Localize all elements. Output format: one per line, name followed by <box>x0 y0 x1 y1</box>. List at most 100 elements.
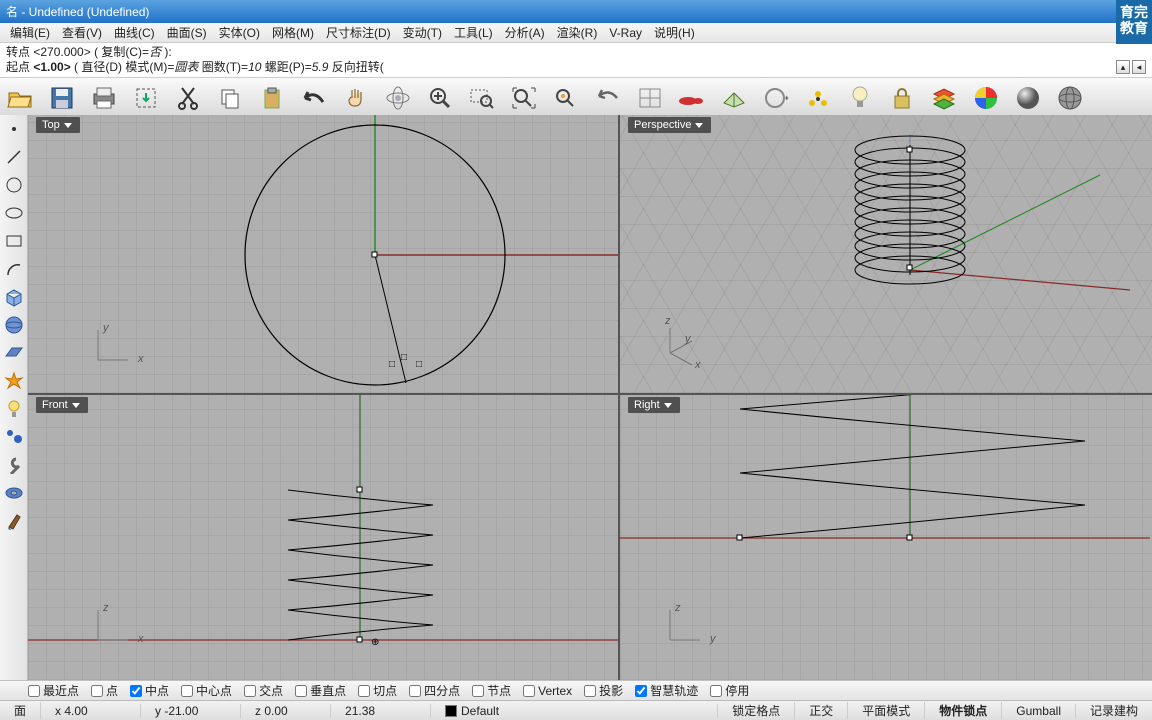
undo-view-icon[interactable] <box>592 82 624 114</box>
osnap-near[interactable]: 最近点 <box>28 682 79 699</box>
command-line[interactable]: 转点 <270.000> ( 复制(C)=否 ): 起点 <1.00> ( 直径… <box>0 43 1152 78</box>
menu-vray[interactable]: V-Ray <box>603 24 648 42</box>
sphere-tool-icon[interactable] <box>2 313 26 337</box>
ellipse-tool-icon[interactable] <box>2 201 26 225</box>
cmd-l1a: 转点 <270.000> <box>6 45 91 59</box>
osnap-perp[interactable]: 垂直点 <box>295 682 346 699</box>
menu-curve[interactable]: 曲线(C) <box>108 22 161 43</box>
menubar: 编辑(E) 查看(V) 曲线(C) 曲面(S) 实体(O) 网格(M) 尺寸标注… <box>0 23 1152 43</box>
paste-icon[interactable] <box>256 82 288 114</box>
viewport-top[interactable]: Top □□ □ y x <box>28 115 618 393</box>
titlebar: 名 - Undefined (Undefined) <box>0 0 1152 23</box>
axis-y: y <box>103 322 109 334</box>
stepper-up-icon[interactable]: ▴ <box>1116 60 1130 74</box>
cut-icon[interactable] <box>172 82 204 114</box>
status-osnap[interactable]: 物件锁点 <box>925 702 1002 719</box>
status-planar[interactable]: 平面模式 <box>848 702 925 719</box>
axis-x: x <box>138 633 144 645</box>
menu-help[interactable]: 说明(H) <box>648 22 701 43</box>
watermark-l1: 育完 <box>1118 4 1150 20</box>
line-tool-icon[interactable] <box>2 145 26 169</box>
stepper-left-icon[interactable]: ◂ <box>1132 60 1146 74</box>
lock-icon[interactable] <box>886 82 918 114</box>
menu-edit[interactable]: 编辑(E) <box>4 22 56 43</box>
status-record[interactable]: 记录建构 <box>1076 702 1152 719</box>
side-toolbar <box>0 115 28 680</box>
point-tool-icon[interactable] <box>2 117 26 141</box>
menu-solid[interactable]: 实体(O) <box>213 22 266 43</box>
zoom-selected-icon[interactable] <box>550 82 582 114</box>
sphere-wire-icon[interactable] <box>1054 82 1086 114</box>
rotate-view-icon[interactable] <box>382 82 414 114</box>
cmd-l1d: ): <box>161 45 172 59</box>
cmd-l2e: 圈数(T)= <box>198 60 248 74</box>
lightbulb-icon[interactable] <box>844 82 876 114</box>
arc-tool-icon[interactable] <box>2 257 26 281</box>
svg-text:⊕: ⊕ <box>371 637 379 648</box>
circle-tool-icon[interactable] <box>2 173 26 197</box>
cmd-l2a: 起点 <box>6 60 33 74</box>
zoom-in-icon[interactable] <box>424 82 456 114</box>
menu-surface[interactable]: 曲面(S) <box>161 22 213 43</box>
menu-tools[interactable]: 工具(L) <box>448 22 499 43</box>
zoom-extents-icon[interactable] <box>508 82 540 114</box>
osnap-knot[interactable]: 节点 <box>472 682 511 699</box>
cplane-icon[interactable] <box>634 82 666 114</box>
menu-view[interactable]: 查看(V) <box>56 22 108 43</box>
osnap-quad[interactable]: 四分点 <box>409 682 460 699</box>
cmd-l2f: 10 <box>248 60 261 74</box>
osnap-intersect[interactable]: 交点 <box>244 682 283 699</box>
light-tool-icon[interactable] <box>2 397 26 421</box>
copy-icon[interactable] <box>214 82 246 114</box>
menu-render[interactable]: 渲染(R) <box>551 22 604 43</box>
status-z: z 0.00 <box>241 704 331 718</box>
osnap-tan[interactable]: 切点 <box>358 682 397 699</box>
layers-icon[interactable] <box>928 82 960 114</box>
brush-icon[interactable] <box>2 509 26 533</box>
osnap-vertex[interactable]: Vertex <box>523 684 572 698</box>
menu-analyze[interactable]: 分析(A) <box>499 22 551 43</box>
watermark-l2: 教育 <box>1118 20 1150 36</box>
main-toolbar <box>0 78 1152 118</box>
status-ortho[interactable]: 正交 <box>795 702 848 719</box>
status-y: y -21.00 <box>141 704 241 718</box>
circle-options-icon[interactable] <box>760 82 792 114</box>
cmd-l2c: ( 直径(D) 模式(M)= <box>71 60 175 74</box>
pan-icon[interactable] <box>340 82 372 114</box>
status-gridlock[interactable]: 锁定格点 <box>718 702 795 719</box>
viewport-front[interactable]: Front ⊕ z x <box>28 395 618 680</box>
box-tool-icon[interactable] <box>2 285 26 309</box>
cmd-l2i: 反向扭转( <box>328 60 383 74</box>
import-icon[interactable] <box>130 82 162 114</box>
torus-tool-icon[interactable] <box>2 481 26 505</box>
osnap-smart[interactable]: 智慧轨迹 <box>635 682 698 699</box>
sphere-shade-icon[interactable] <box>1012 82 1044 114</box>
wrench-icon[interactable] <box>2 453 26 477</box>
status-gumball[interactable]: Gumball <box>1002 704 1076 718</box>
open-icon[interactable] <box>4 82 36 114</box>
save-icon[interactable] <box>46 82 78 114</box>
viewport-right[interactable]: Right z y <box>620 395 1152 680</box>
osnap-mid[interactable]: 中点 <box>130 682 169 699</box>
viewport-perspective[interactable]: Perspective z <box>620 115 1152 393</box>
undo-icon[interactable] <box>298 82 330 114</box>
osnap-point[interactable]: 点 <box>91 682 118 699</box>
misc-tool-icon[interactable] <box>2 425 26 449</box>
named-cplane-icon[interactable] <box>718 82 750 114</box>
rect-tool-icon[interactable] <box>2 229 26 253</box>
axis-y: y <box>685 333 691 345</box>
osnap-center[interactable]: 中心点 <box>181 682 232 699</box>
set-view-icon[interactable] <box>676 82 708 114</box>
osnap-project[interactable]: 投影 <box>584 682 623 699</box>
explode-icon[interactable] <box>2 369 26 393</box>
zoom-window-icon[interactable] <box>466 82 498 114</box>
plane-tool-icon[interactable] <box>2 341 26 365</box>
color-wheel-icon[interactable] <box>970 82 1002 114</box>
menu-dimension[interactable]: 尺寸标注(D) <box>320 22 397 43</box>
print-icon[interactable] <box>88 82 120 114</box>
status-layer[interactable]: Default <box>431 704 718 718</box>
menu-transform[interactable]: 变动(T) <box>397 22 448 43</box>
hazard-icon[interactable] <box>802 82 834 114</box>
osnap-disable[interactable]: 停用 <box>710 682 749 699</box>
menu-mesh[interactable]: 网格(M) <box>266 22 320 43</box>
